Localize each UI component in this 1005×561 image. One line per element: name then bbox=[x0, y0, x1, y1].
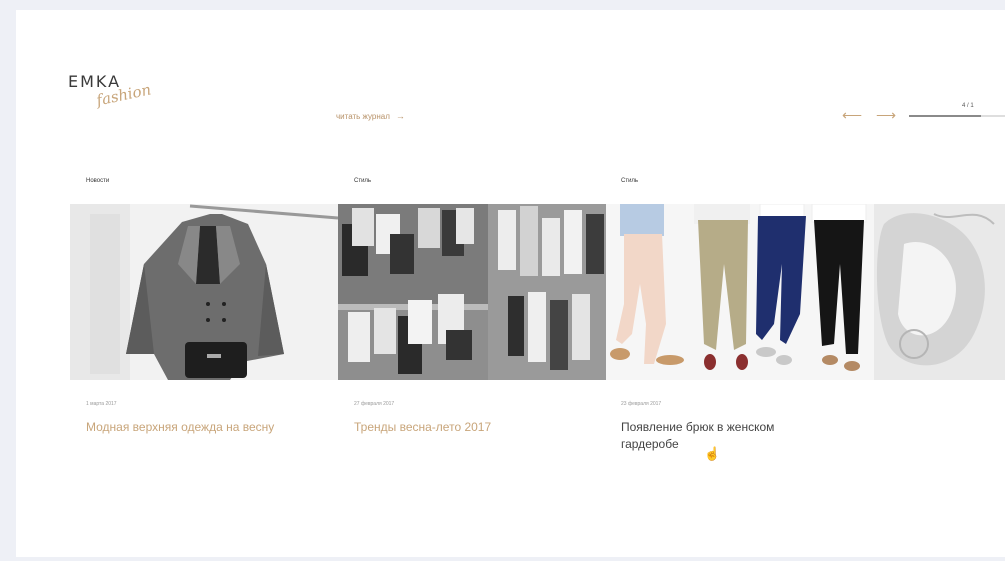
brand-logo[interactable]: EMKA fashion bbox=[68, 72, 158, 112]
card-image-partial[interactable] bbox=[874, 204, 1005, 380]
read-journal-link[interactable]: читать журнал → bbox=[336, 111, 405, 121]
pager-progress bbox=[909, 115, 981, 117]
card-image-jacket[interactable] bbox=[70, 204, 338, 380]
card-title[interactable]: Тренды весна-лето 2017 bbox=[354, 419, 544, 436]
pager-track[interactable] bbox=[909, 115, 1005, 117]
card-title[interactable]: Модная верхняя одежда на весну bbox=[86, 419, 276, 436]
next-arrow-button[interactable]: ⟶ bbox=[876, 108, 896, 122]
card-image-swatches[interactable] bbox=[338, 204, 606, 380]
card-date: 1 марта 2017 bbox=[86, 401, 117, 407]
card-image-trousers[interactable] bbox=[606, 204, 874, 380]
card-category[interactable]: Новости bbox=[86, 178, 109, 184]
arrow-right-icon: → bbox=[395, 111, 405, 121]
read-journal-label: читать журнал bbox=[336, 111, 390, 121]
card-category[interactable]: Стиль bbox=[621, 178, 638, 184]
card-date: 23 февраля 2017 bbox=[621, 401, 662, 407]
hand-cursor-icon: ☝ bbox=[704, 446, 721, 461]
prev-arrow-button[interactable]: ⟵ bbox=[842, 108, 862, 122]
pager-counter: 4 / 1 bbox=[962, 103, 974, 109]
card-category[interactable]: Стиль bbox=[354, 178, 371, 184]
card-date: 27 февраля 2017 bbox=[354, 401, 395, 407]
